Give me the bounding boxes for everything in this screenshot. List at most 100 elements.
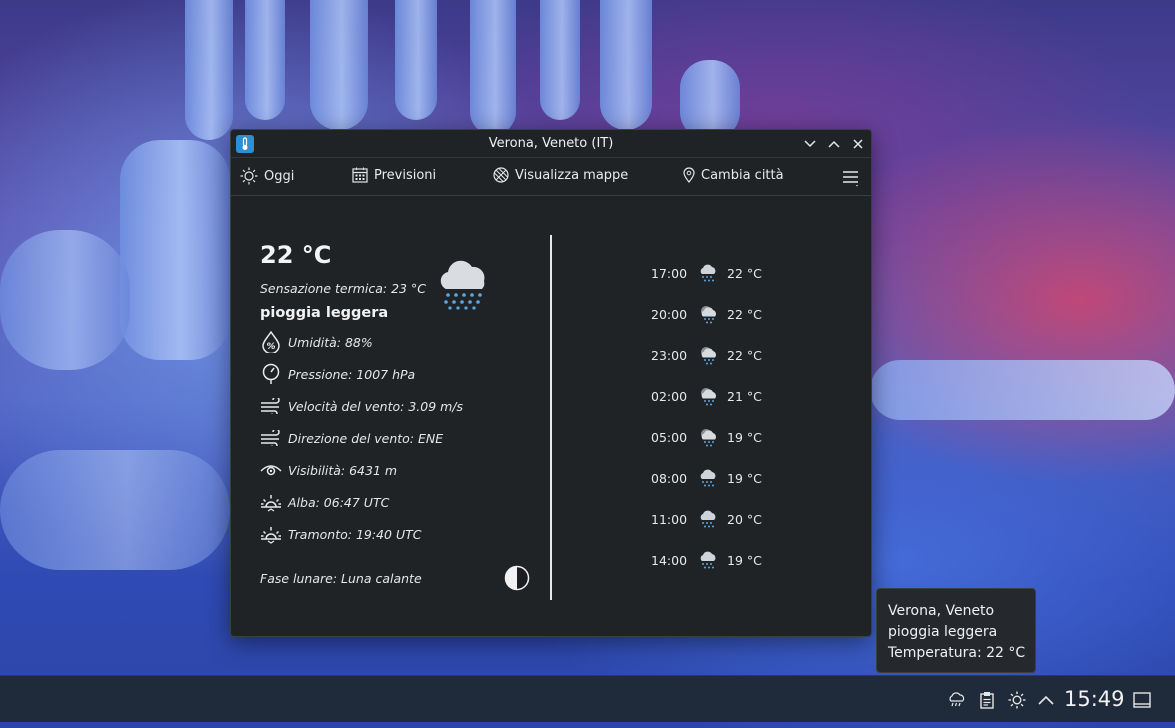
hourly-time: 02:00 bbox=[651, 388, 688, 404]
clipboard-icon bbox=[980, 691, 994, 709]
hourly-time: 17:00 bbox=[651, 265, 688, 281]
hourly-temp: 20 °C bbox=[727, 511, 762, 527]
current-temperature: 22 °C bbox=[260, 241, 332, 269]
maps-button[interactable]: Visualizza mappe bbox=[493, 167, 628, 183]
today-button[interactable]: Oggi bbox=[240, 167, 294, 185]
maps-label: Visualizza mappe bbox=[515, 167, 629, 183]
change-city-button[interactable]: Cambia città bbox=[683, 167, 784, 183]
rain-sun-icon bbox=[697, 344, 719, 366]
close-button[interactable] bbox=[849, 135, 867, 153]
moon-phase-text: Fase lunare: Luna calante bbox=[260, 571, 422, 586]
humidity-text: Umidità: 88% bbox=[288, 334, 373, 350]
location-pin-icon bbox=[683, 167, 695, 183]
chevron-down-icon bbox=[804, 140, 816, 148]
hourly-row: 14:00 19 °C bbox=[651, 549, 762, 571]
tooltip-temperature: Temperatura: 22 °C bbox=[888, 645, 1026, 661]
hourly-temp: 21 °C bbox=[727, 388, 762, 404]
pressure-icon bbox=[260, 363, 282, 385]
minimize-button[interactable] bbox=[801, 135, 819, 153]
hourly-temp: 22 °C bbox=[727, 265, 762, 281]
change-city-label: Cambia città bbox=[701, 167, 784, 183]
toolbar: Oggi Previsioni Visualizza mappe Cambia … bbox=[231, 158, 871, 196]
sunset-icon bbox=[260, 523, 282, 545]
hourly-time: 05:00 bbox=[651, 429, 688, 445]
hourly-row: 02:00 21 °C bbox=[651, 385, 762, 407]
hourly-row: 05:00 19 °C bbox=[651, 426, 762, 448]
pressure-text: Pressione: 1007 hPa bbox=[288, 366, 416, 382]
brightness-tray-button[interactable] bbox=[1005, 676, 1029, 723]
moon-phase-icon bbox=[504, 565, 530, 595]
brightness-icon bbox=[1008, 691, 1026, 708]
hourly-time: 20:00 bbox=[651, 306, 688, 322]
hourly-temp: 19 °C bbox=[727, 552, 762, 568]
hourly-temp: 22 °C bbox=[727, 306, 762, 322]
window-title: Verona, Veneto (IT) bbox=[488, 136, 614, 151]
rain-icon bbox=[697, 549, 719, 571]
visibility-row: Visibilità: 6431 m bbox=[260, 459, 397, 481]
hourly-row: 08:00 19 °C bbox=[651, 467, 762, 489]
wind-direction-icon bbox=[260, 427, 282, 449]
feels-like: Sensazione termica: 23 °C bbox=[260, 281, 426, 296]
wind-speed-row: Velocità del vento: 3.09 m/s bbox=[260, 395, 463, 417]
clock[interactable]: 15:49 bbox=[1064, 687, 1125, 711]
rain-sun-icon bbox=[697, 385, 719, 407]
hourly-temp: 19 °C bbox=[727, 470, 762, 486]
hourly-row: 17:00 22 °C bbox=[651, 262, 762, 284]
pressure-row: Pressione: 1007 hPa bbox=[260, 363, 415, 385]
show-desktop-button[interactable] bbox=[1130, 676, 1154, 723]
hourly-time: 23:00 bbox=[651, 347, 688, 363]
menu-icon bbox=[843, 171, 858, 187]
today-label: Oggi bbox=[264, 168, 295, 184]
weather-window: Verona, Veneto (IT) Oggi Previsioni Visu… bbox=[230, 129, 872, 637]
close-icon bbox=[853, 139, 863, 149]
humidity-icon: % bbox=[260, 331, 282, 353]
chevron-up-icon bbox=[828, 140, 840, 148]
weather-content: 22 °C Sensazione termica: 23 °C pioggia … bbox=[231, 197, 871, 636]
forecast-label: Previsioni bbox=[374, 167, 437, 183]
wind-speed-icon bbox=[260, 395, 282, 417]
hamburger-menu-button[interactable] bbox=[842, 169, 860, 187]
title-bar[interactable]: Verona, Veneto (IT) bbox=[231, 130, 871, 158]
tooltip-location: Verona, Veneto bbox=[888, 603, 995, 619]
condition: pioggia leggera bbox=[260, 305, 389, 321]
hourly-time: 08:00 bbox=[651, 470, 688, 486]
show-hidden-icons-button[interactable] bbox=[1034, 676, 1058, 723]
visibility-text: Visibilità: 6431 m bbox=[288, 462, 398, 478]
sunrise-text: Alba: 06:47 UTC bbox=[288, 494, 390, 510]
show-desktop-icon bbox=[1133, 691, 1151, 708]
hourly-row: 23:00 22 °C bbox=[651, 344, 762, 366]
taskbar: 15:49 bbox=[0, 675, 1175, 722]
chevron-up-icon bbox=[1038, 695, 1054, 705]
rain-tray-icon bbox=[949, 691, 965, 706]
weather-tooltip: Verona, Veneto pioggia leggera Temperatu… bbox=[876, 588, 1036, 673]
sun-icon bbox=[240, 167, 258, 185]
wind-direction-text: Direzione del vento: ENE bbox=[288, 430, 444, 446]
hourly-time: 11:00 bbox=[651, 511, 688, 527]
hourly-row: 11:00 20 °C bbox=[651, 508, 762, 530]
visibility-icon bbox=[260, 459, 282, 481]
sunset-text: Tramonto: 19:40 UTC bbox=[288, 526, 422, 542]
tooltip-condition: pioggia leggera bbox=[888, 624, 998, 640]
divider bbox=[550, 235, 552, 600]
rain-icon bbox=[697, 262, 719, 284]
maximize-button[interactable] bbox=[825, 135, 843, 153]
wind-speed-text: Velocità del vento: 3.09 m/s bbox=[288, 398, 464, 414]
hourly-time: 14:00 bbox=[651, 552, 688, 568]
sunrise-row: Alba: 06:47 UTC bbox=[260, 491, 389, 513]
weather-tray-button[interactable] bbox=[945, 676, 969, 723]
hourly-temp: 22 °C bbox=[727, 347, 762, 363]
sunrise-icon bbox=[260, 491, 282, 513]
sunset-row: Tramonto: 19:40 UTC bbox=[260, 523, 421, 545]
rain-icon bbox=[697, 508, 719, 530]
humidity-row: % Umidità: 88% bbox=[260, 331, 373, 353]
rain-cloud-icon bbox=[436, 257, 492, 315]
hourly-row: 20:00 22 °C bbox=[651, 303, 762, 325]
rain-sun-icon bbox=[697, 303, 719, 325]
hourly-temp: 19 °C bbox=[727, 429, 762, 445]
forecast-button[interactable]: Previsioni bbox=[352, 167, 436, 183]
calendar-icon bbox=[352, 167, 368, 183]
rain-icon bbox=[697, 467, 719, 489]
clipboard-tray-button[interactable] bbox=[975, 676, 999, 723]
rain-sun-icon bbox=[697, 426, 719, 448]
wind-direction-row: Direzione del vento: ENE bbox=[260, 427, 443, 449]
